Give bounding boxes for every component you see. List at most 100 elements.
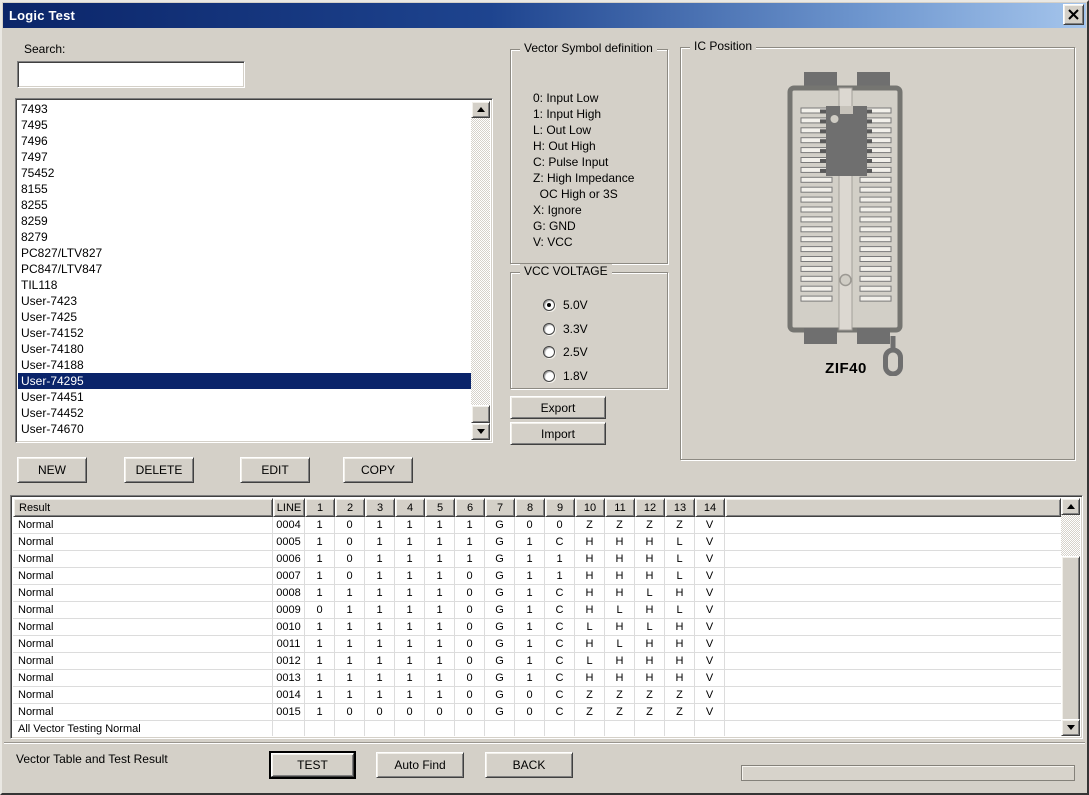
- value-cell: Z: [635, 687, 665, 704]
- value-cell: V: [695, 670, 725, 687]
- copy-button[interactable]: COPY: [343, 457, 413, 483]
- list-item[interactable]: User-7425: [18, 309, 471, 325]
- list-item[interactable]: 8255: [18, 197, 471, 213]
- list-item[interactable]: 7497: [18, 149, 471, 165]
- table-scrollbar-down-button[interactable]: [1061, 719, 1080, 736]
- device-list-scrollbar[interactable]: [471, 101, 490, 440]
- table-row[interactable]: Normal 0013 1 1 1 1 1 0 G 1 C H H H H V: [13, 670, 1061, 687]
- radio-icon: [543, 322, 555, 335]
- table-row[interactable]: Normal 0015 1 0 0 0 0 0 G 0 C Z Z Z Z V: [13, 704, 1061, 721]
- radio-option[interactable]: 2.5V: [543, 344, 588, 360]
- list-item[interactable]: 8259: [18, 213, 471, 229]
- list-item[interactable]: User-74180: [18, 341, 471, 357]
- table-row[interactable]: Normal 0006 1 0 1 1 1 1 G 1 1 H H H L V: [13, 551, 1061, 568]
- value-cell: L: [665, 534, 695, 551]
- list-item[interactable]: User-74451: [18, 389, 471, 405]
- radio-option[interactable]: 5.0V: [543, 297, 588, 313]
- close-button[interactable]: [1063, 4, 1084, 25]
- search-input[interactable]: [17, 61, 245, 88]
- value-cell: 0: [455, 687, 485, 704]
- list-item[interactable]: 7495: [18, 117, 471, 133]
- table-scrollbar[interactable]: [1061, 498, 1080, 736]
- table-row[interactable]: Normal 0009 0 1 1 1 1 0 G 1 C H L H L V: [13, 602, 1061, 619]
- table-footer-row[interactable]: All Vector Testing Normal: [13, 721, 1061, 736]
- header-cell: 11: [605, 498, 635, 517]
- back-button[interactable]: BACK: [485, 752, 573, 778]
- scrollbar-thumb[interactable]: [471, 405, 490, 423]
- table-scrollbar-up-button[interactable]: [1061, 498, 1080, 515]
- value-cell: 1: [515, 670, 545, 687]
- header-cell: 10: [575, 498, 605, 517]
- table-row[interactable]: Normal 0008 1 1 1 1 1 0 G 1 C H H L H V: [13, 585, 1061, 602]
- test-button[interactable]: TEST: [269, 751, 356, 779]
- header-cell: 13: [665, 498, 695, 517]
- list-item[interactable]: User-74188: [18, 357, 471, 373]
- titlebar[interactable]: Logic Test: [3, 3, 1086, 28]
- value-cell: 0: [365, 704, 395, 721]
- list-item[interactable]: User-74670: [18, 421, 471, 437]
- radio-icon: [543, 369, 555, 382]
- table-row[interactable]: Normal 0011 1 1 1 1 1 0 G 1 C H L H H V: [13, 636, 1061, 653]
- auto-find-button[interactable]: Auto Find: [376, 752, 464, 778]
- radio-option[interactable]: 3.3V: [543, 321, 588, 337]
- table-row[interactable]: Normal 0010 1 1 1 1 1 0 G 1 C L H L H V: [13, 619, 1061, 636]
- value-cell: C: [545, 670, 575, 687]
- value-cell: Z: [575, 517, 605, 534]
- list-item[interactable]: PC827/LTV827: [18, 245, 471, 261]
- arrow-up-icon: [476, 107, 485, 112]
- list-item[interactable]: 7496: [18, 133, 471, 149]
- value-cell: H: [665, 653, 695, 670]
- header-cell: 8: [515, 498, 545, 517]
- table-row[interactable]: Normal 0014 1 1 1 1 1 0 G 0 C Z Z Z Z V: [13, 687, 1061, 704]
- table-row[interactable]: Normal 0005 1 0 1 1 1 1 G 1 C H H H L V: [13, 534, 1061, 551]
- table-scrollbar-thumb[interactable]: [1061, 556, 1080, 721]
- value-cell: V: [695, 551, 725, 568]
- value-cell: 1: [395, 619, 425, 636]
- value-cell: C: [545, 534, 575, 551]
- list-item[interactable]: 7493: [18, 101, 471, 117]
- scrollbar-up-button[interactable]: [471, 101, 490, 118]
- list-item[interactable]: 8279: [18, 229, 471, 245]
- line-cell: 0006: [273, 551, 305, 568]
- value-cell: V: [695, 619, 725, 636]
- value-cell: H: [575, 551, 605, 568]
- value-cell: G: [485, 551, 515, 568]
- table-row[interactable]: Normal 0004 1 0 1 1 1 1 G 0 0 Z Z Z Z V: [13, 517, 1061, 534]
- list-item[interactable]: PC847/LTV847: [18, 261, 471, 277]
- list-item[interactable]: 75452: [18, 165, 471, 181]
- vector-symbol-line: G: GND: [533, 219, 576, 233]
- import-button[interactable]: Import: [510, 422, 606, 445]
- value-cell: [605, 721, 635, 736]
- new-button[interactable]: NEW: [17, 457, 87, 483]
- value-cell: H: [575, 585, 605, 602]
- ic-position-groupbox: IC Position ZIF40: [680, 39, 1075, 460]
- filler-cell: [725, 670, 1061, 687]
- list-item[interactable]: User-74452: [18, 405, 471, 421]
- list-item[interactable]: User-74152: [18, 325, 471, 341]
- line-cell: 0012: [273, 653, 305, 670]
- export-button-label: Export: [540, 400, 576, 415]
- value-cell: 1: [365, 670, 395, 687]
- value-cell: H: [605, 534, 635, 551]
- table-row[interactable]: Normal 0012 1 1 1 1 1 0 G 1 C L H H H V: [13, 653, 1061, 670]
- value-cell: H: [665, 619, 695, 636]
- value-cell: 1: [425, 670, 455, 687]
- result-cell: Normal: [13, 568, 273, 585]
- list-item[interactable]: TIL118: [18, 277, 471, 293]
- delete-button[interactable]: DELETE: [124, 457, 194, 483]
- filler-cell: [725, 721, 1061, 736]
- radio-option[interactable]: 1.8V: [543, 368, 588, 384]
- export-button[interactable]: Export: [510, 396, 606, 419]
- list-item[interactable]: User-74295: [18, 373, 471, 389]
- value-cell: 1: [545, 551, 575, 568]
- value-cell: 1: [305, 517, 335, 534]
- edit-button[interactable]: EDIT: [240, 457, 310, 483]
- scrollbar-down-button[interactable]: [471, 423, 490, 440]
- result-cell: Normal: [13, 517, 273, 534]
- list-item[interactable]: User-7423: [18, 293, 471, 309]
- table-row[interactable]: Normal 0007 1 0 1 1 1 0 G 1 1 H H H L V: [13, 568, 1061, 585]
- header-cell: 5: [425, 498, 455, 517]
- list-item[interactable]: 8155: [18, 181, 471, 197]
- value-cell: 0: [425, 704, 455, 721]
- filler-cell: [725, 636, 1061, 653]
